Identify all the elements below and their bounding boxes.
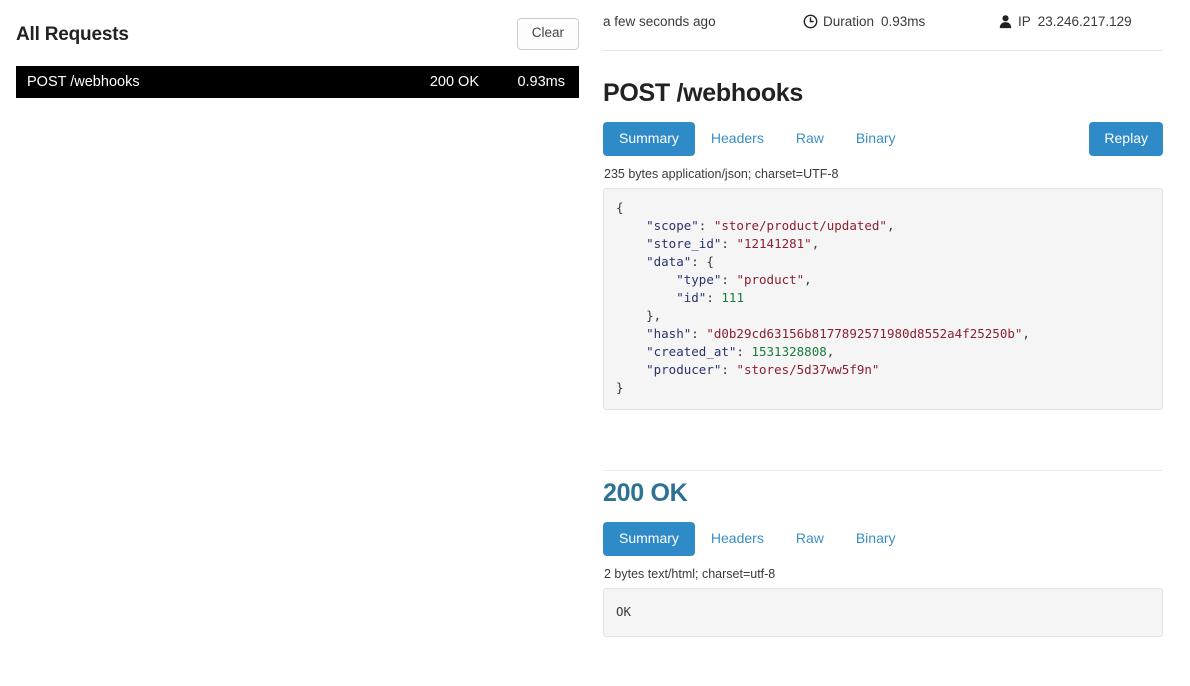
request-section: POST /webhooks Summary Headers Raw Binar… (603, 80, 1163, 410)
duration-value: 0.93ms (881, 14, 925, 29)
tab-response-headers[interactable]: Headers (695, 522, 780, 556)
meta-divider (603, 50, 1163, 51)
response-content-meta: 2 bytes text/html; charset=utf-8 (604, 567, 1163, 581)
response-title: 200 OK (603, 480, 1163, 508)
timestamp-value: a few seconds ago (603, 14, 716, 29)
tab-request-raw[interactable]: Raw (780, 122, 840, 156)
clear-button[interactable]: Clear (517, 18, 579, 50)
tab-response-binary[interactable]: Binary (840, 522, 912, 556)
ip-label: IP (1018, 14, 1031, 29)
detail-pane: a few seconds ago Duration 0.93ms (595, 0, 1190, 686)
request-duration: 0.93ms (479, 74, 565, 90)
page-title: All Requests (16, 24, 129, 46)
duration-meta: Duration 0.93ms (803, 14, 925, 29)
tab-response-summary[interactable]: Summary (603, 522, 695, 556)
request-list: POST /webhooks 200 OK 0.93ms (16, 66, 579, 98)
response-tabs-row: Summary Headers Raw Binary (603, 522, 1163, 560)
response-section: 200 OK Summary Headers Raw Binary 2 byte… (603, 480, 1163, 637)
requests-header: All Requests Clear (16, 18, 579, 60)
response-body: OK (603, 588, 1163, 637)
request-title: POST /webhooks (603, 80, 1163, 108)
clock-icon (803, 14, 818, 29)
section-divider (603, 470, 1163, 471)
requests-pane: All Requests Clear POST /webhooks 200 OK… (0, 0, 595, 686)
request-content-meta: 235 bytes application/json; charset=UTF-… (604, 167, 1163, 181)
timestamp-meta: a few seconds ago (603, 14, 716, 29)
http-inspector-app: All Requests Clear POST /webhooks 200 OK… (0, 0, 1190, 686)
request-body: { "scope": "store/product/updated", "sto… (603, 188, 1163, 410)
tab-request-headers[interactable]: Headers (695, 122, 780, 156)
person-icon (998, 14, 1013, 29)
request-status: 200 OK (379, 74, 479, 90)
request-meta-bar: a few seconds ago Duration 0.93ms (603, 12, 1163, 38)
tab-response-raw[interactable]: Raw (780, 522, 840, 556)
response-tabs: Summary Headers Raw Binary (603, 522, 1163, 556)
replay-button[interactable]: Replay (1089, 122, 1163, 156)
ip-meta: IP 23.246.217.129 (998, 14, 1132, 29)
ip-value: 23.246.217.129 (1038, 14, 1132, 29)
request-tabs-row: Summary Headers Raw Binary Replay (603, 122, 1163, 160)
request-tabs: Summary Headers Raw Binary (603, 122, 1163, 156)
table-row[interactable]: POST /webhooks 200 OK 0.93ms (16, 66, 579, 98)
tab-request-summary[interactable]: Summary (603, 122, 695, 156)
duration-label: Duration (823, 14, 874, 29)
tab-request-binary[interactable]: Binary (840, 122, 912, 156)
request-name: POST /webhooks (27, 74, 379, 90)
